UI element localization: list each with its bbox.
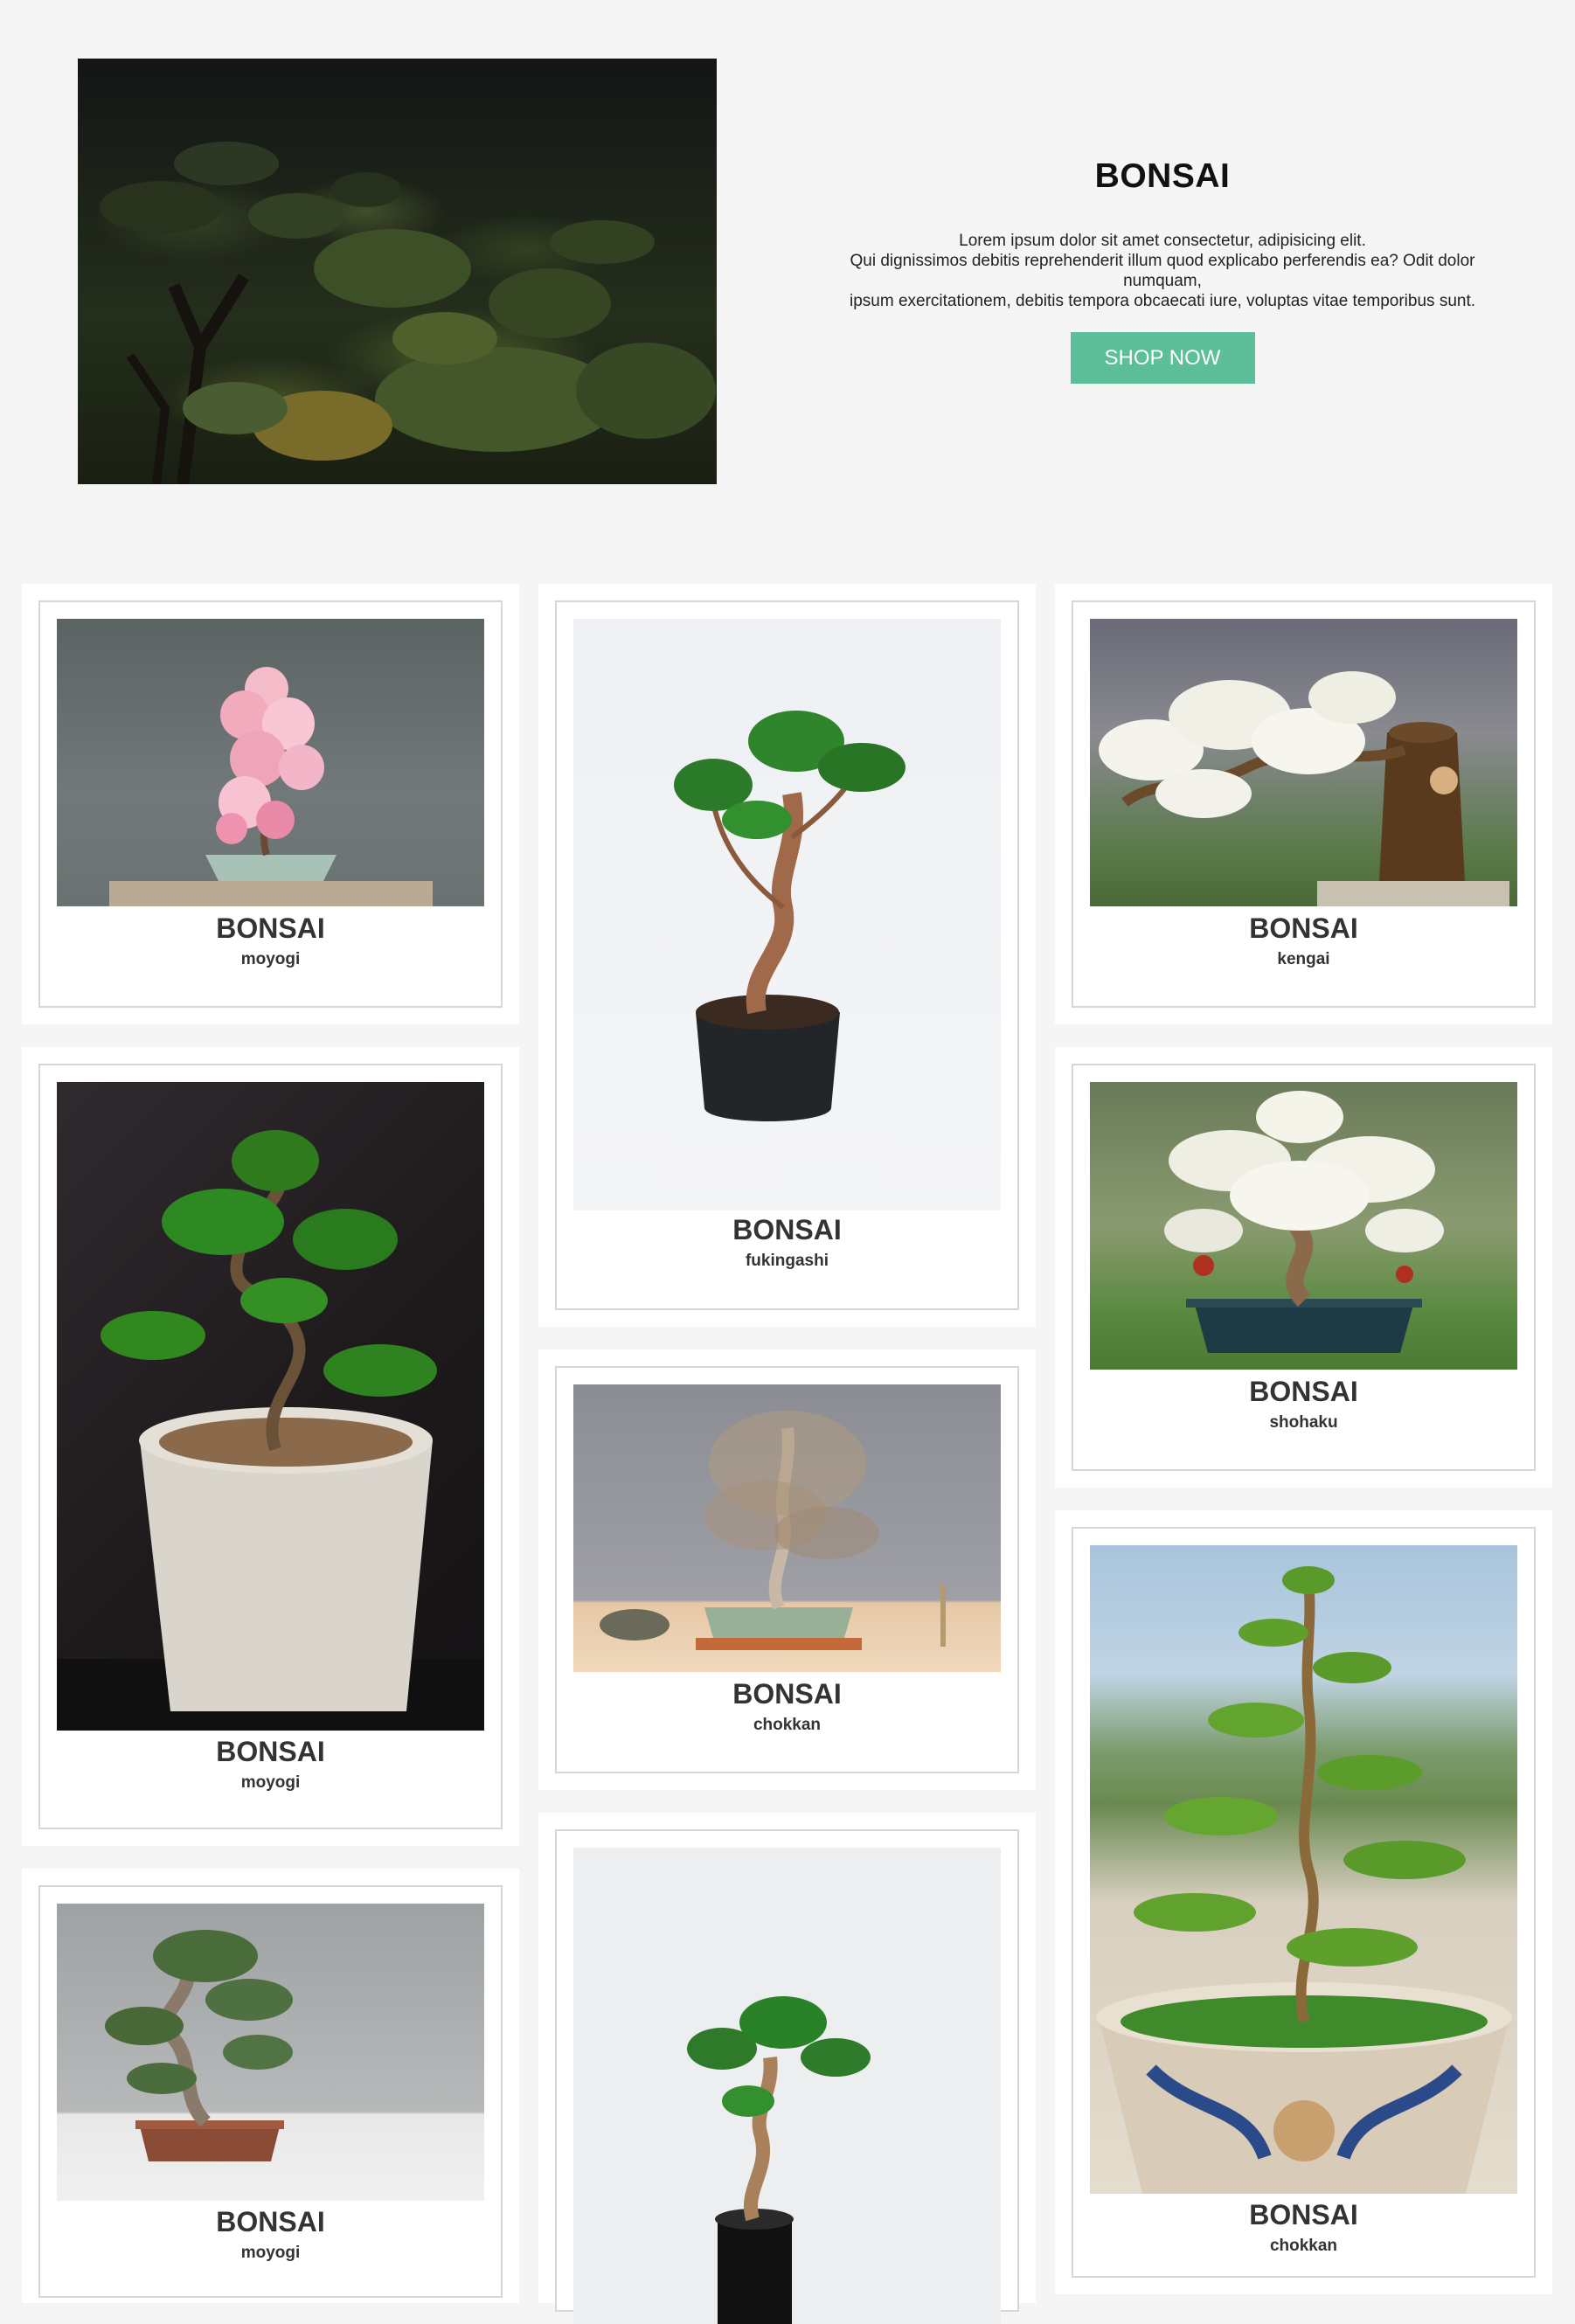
product-card-partial[interactable] <box>538 1813 1036 2324</box>
product-card-title: BONSAI <box>216 1736 325 1767</box>
product-card-title: BONSAI <box>216 912 325 944</box>
cascade-bonsai-image <box>1090 619 1517 906</box>
product-card-style: shohaku <box>1269 1413 1338 1432</box>
flowering-bonsai-image <box>1090 1082 1517 1370</box>
product-card-chokkan-2[interactable]: BONSAI chokkan <box>1055 1510 1552 2294</box>
product-card-style: moyogi <box>240 950 301 968</box>
product-card-frame: BONSAI moyogi <box>38 1885 503 2298</box>
deciduous-bonsai-image <box>573 1384 1001 1672</box>
product-card-frame: BONSAI moyogi <box>38 1064 503 1829</box>
product-card-moyogi-1[interactable]: BONSAI moyogi <box>22 584 519 1024</box>
product-card-shohaku[interactable]: BONSAI shohaku <box>1055 1047 1552 1488</box>
product-card-kengai[interactable]: BONSAI kengai <box>1055 584 1552 1024</box>
hero-garden-image <box>78 59 717 484</box>
product-card-style: chokkan <box>753 1716 822 1734</box>
product-card-style: fukingashi <box>745 1252 829 1270</box>
product-card-frame: BONSAI kengai <box>1072 600 1536 1008</box>
product-card-frame: BONSAI shohaku <box>1072 1064 1536 1471</box>
hero-description-line-1: Lorem ipsum dolor sit amet consectetur, … <box>959 232 1366 250</box>
product-card-style: moyogi <box>240 2244 301 2262</box>
product-card-frame: BONSAI chokkan <box>1072 1527 1536 2278</box>
hero-description: Lorem ipsum dolor sit amet consectetur, … <box>822 231 1503 311</box>
pot-bonsai-image <box>57 1082 484 1731</box>
product-card-style: kengai <box>1277 950 1330 968</box>
product-card-frame: BONSAI chokkan <box>555 1366 1019 1773</box>
hero-description-line-3: ipsum exercitationem, debitis tempora ob… <box>849 292 1476 310</box>
azalea-bonsai-image <box>57 619 484 906</box>
product-card-title: BONSAI <box>1249 1376 1358 1407</box>
product-card-title: BONSAI <box>216 2206 325 2237</box>
juniper-bonsai-image <box>57 1904 484 2201</box>
product-card-title: BONSAI <box>1249 2199 1358 2230</box>
product-card-chokkan-1[interactable]: BONSAI chokkan <box>538 1349 1036 1790</box>
shop-now-button[interactable]: SHOP NOW <box>1070 332 1255 384</box>
small-ficus-bonsai-image <box>573 1848 1001 2324</box>
product-card-style: moyogi <box>240 1773 301 1792</box>
hero-text-block: BONSAI Lorem ipsum dolor sit amet consec… <box>822 157 1503 384</box>
ficus-bonsai-image <box>573 619 1001 1211</box>
product-card-style: chokkan <box>1269 2237 1338 2255</box>
hero-section: BONSAI Lorem ipsum dolor sit amet consec… <box>0 0 1575 577</box>
product-card-fukingashi[interactable]: BONSAI fukingashi <box>538 584 1036 1327</box>
product-card-title: BONSAI <box>732 1214 842 1245</box>
product-card-frame: BONSAI fukingashi <box>555 600 1019 1310</box>
hero-title: BONSAI <box>1094 157 1231 195</box>
product-card-moyogi-2[interactable]: BONSAI moyogi <box>22 1047 519 1846</box>
product-card-frame <box>555 1829 1019 2324</box>
hero-description-line-2: Qui dignissimos debitis reprehenderit il… <box>850 252 1475 290</box>
product-card-moyogi-3[interactable]: BONSAI moyogi <box>22 1869 519 2303</box>
product-card-frame: BONSAI moyogi <box>38 600 503 1008</box>
product-card-title: BONSAI <box>1249 912 1358 944</box>
product-card-title: BONSAI <box>732 1678 842 1710</box>
upright-bonsai-image <box>1090 1545 1517 2194</box>
